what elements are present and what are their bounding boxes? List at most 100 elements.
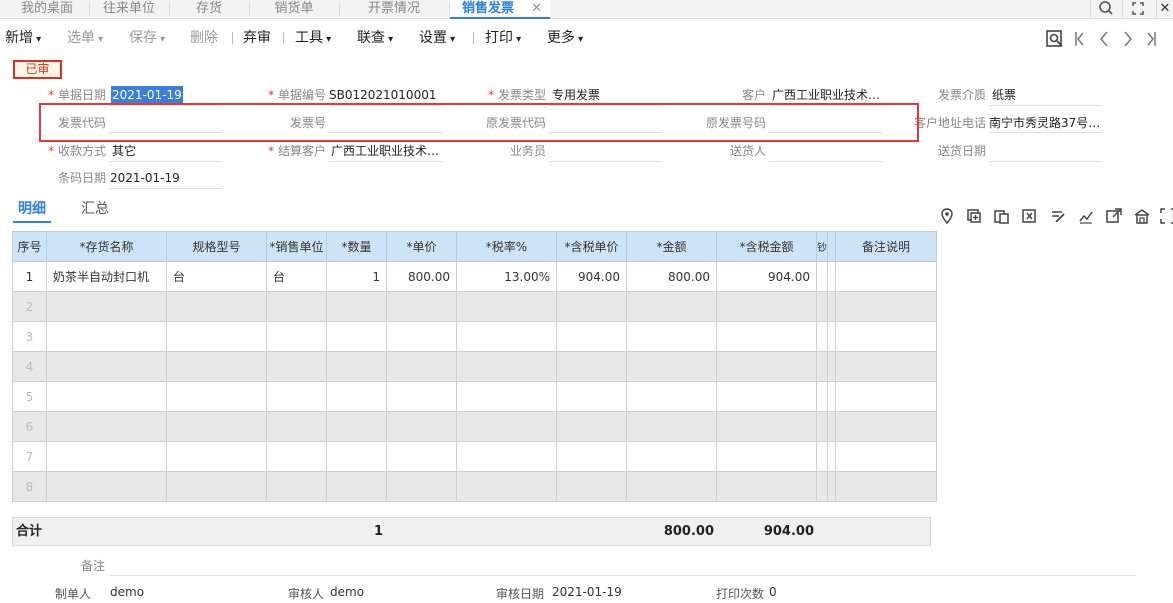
col-header[interactable]: *含税金额 — [716, 231, 817, 262]
table-row[interactable]: 6 — [12, 411, 937, 442]
warehouse-icon[interactable] — [1134, 208, 1150, 224]
tab-partners[interactable]: 往来单位 — [90, 0, 168, 19]
expand-icon[interactable] — [1160, 208, 1173, 224]
col-header[interactable]: 备注说明 — [835, 231, 937, 262]
lookup-button[interactable]: 联查 ▾ — [357, 27, 393, 49]
deliverer-field[interactable] — [769, 142, 882, 160]
item-name-cell[interactable]: 奶茶半自动封口机 — [46, 261, 167, 292]
tab-detail[interactable]: 明细 — [13, 199, 51, 223]
print-button[interactable]: 打印 ▾ — [485, 27, 521, 49]
spec-cell[interactable]: 台 — [166, 261, 267, 292]
delete-row-icon[interactable] — [1022, 208, 1038, 224]
col-header[interactable]: 序号 — [12, 231, 47, 262]
grid-cell[interactable] — [827, 261, 836, 292]
doc-no-field[interactable]: SB012021010001 — [329, 86, 441, 104]
table-row[interactable]: 5 — [12, 381, 937, 412]
col-header[interactable]: *销售单位 — [266, 231, 327, 262]
settings-button[interactable]: 设置 ▾ — [419, 27, 455, 49]
table-row[interactable]: 3 — [12, 321, 937, 352]
quantity-cell[interactable]: 1 — [326, 261, 387, 292]
search-icon[interactable] — [1090, 0, 1120, 19]
row-number: 3 — [12, 321, 47, 352]
col-header[interactable] — [827, 231, 836, 262]
tab-sales-invoice[interactable]: 销售发票 ✕ — [450, 0, 550, 19]
tab-summary[interactable]: 汇总 — [77, 199, 113, 223]
remark-field[interactable] — [110, 557, 1136, 576]
table-row[interactable]: 7 — [12, 441, 937, 472]
more-button[interactable]: 更多 ▾ — [547, 27, 583, 49]
fullscreen-icon[interactable] — [1122, 0, 1152, 19]
tab-delivery-note[interactable]: 销货单 — [250, 0, 338, 19]
invoice-type-label: * 发票类型 — [488, 88, 546, 102]
barcode-date-field[interactable]: 2021-01-19 — [110, 169, 222, 187]
print-count-label: 打印次数 — [716, 587, 765, 601]
location-icon[interactable] — [939, 208, 955, 225]
salesman-field[interactable] — [549, 142, 662, 160]
tools-button[interactable]: 工具 ▾ — [295, 27, 331, 49]
lookup-label: 联查 — [357, 30, 385, 46]
row-number: 2 — [12, 291, 47, 322]
settle-customer-label: * 结算客户 — [268, 144, 326, 158]
new-label: 新增 — [5, 30, 33, 46]
barcode-date-label: 条码日期 — [57, 171, 106, 185]
tax-amount-cell[interactable]: 904.00 — [716, 261, 817, 292]
table-row[interactable]: 1 奶茶半自动封口机 台 台 1 800.00 13.00% 904.00 80… — [12, 261, 937, 292]
grid-cell[interactable] — [816, 261, 828, 292]
abandon-audit-button[interactable]: 弃审 — [243, 27, 271, 49]
col-header[interactable]: 规格型号 — [166, 231, 267, 262]
preview-icon[interactable] — [1045, 29, 1065, 49]
unit-price-cell[interactable]: 800.00 — [386, 261, 457, 292]
settle-customer-label-text: 结算客户 — [277, 144, 326, 158]
invoice-type-field[interactable]: 专用发票 — [552, 86, 662, 104]
customer-address-field[interactable]: 南宁市秀灵路37号… — [989, 114, 1103, 132]
settle-customer-field[interactable]: 广西工业职业技术… — [331, 142, 443, 160]
chevron-down-icon: ▾ — [157, 34, 166, 45]
insert-row-icon[interactable] — [966, 208, 982, 224]
copy-row-icon[interactable] — [994, 208, 1010, 224]
new-button[interactable]: 新增 ▾ — [5, 27, 41, 49]
tab-close-icon[interactable]: ✕ — [531, 0, 542, 17]
first-icon[interactable] — [1072, 29, 1088, 49]
next-icon[interactable] — [1120, 29, 1136, 49]
col-header[interactable]: *含税单价 — [556, 231, 627, 262]
delete-button[interactable]: 删除 — [190, 27, 218, 49]
tools-label: 工具 — [295, 30, 323, 46]
medium-field[interactable]: 纸票 — [992, 86, 1102, 104]
col-header[interactable]: *单价 — [386, 231, 457, 262]
chevron-down-icon: ▾ — [33, 34, 42, 45]
tab-sales-invoice-label: 销售发票 — [462, 1, 515, 16]
trend-icon[interactable] — [1078, 208, 1094, 224]
last-icon[interactable] — [1143, 29, 1159, 49]
more-label: 更多 — [547, 30, 575, 46]
col-header[interactable]: *税率% — [456, 231, 557, 262]
amount-cell[interactable]: 800.00 — [626, 261, 717, 292]
tab-inventory[interactable]: 存货 — [170, 0, 248, 19]
col-header[interactable]: 钞 — [816, 231, 828, 262]
chevron-down-icon: ▾ — [513, 34, 522, 45]
col-header[interactable]: *金额 — [626, 231, 717, 262]
table-row[interactable]: 8 — [12, 471, 937, 502]
grid-header-row: 序号 *存货名称 规格型号 *销售单位 *数量 *单价 *税率% *含税单价 *… — [12, 231, 937, 262]
select-button[interactable]: 选单 ▾ — [67, 27, 103, 49]
close-icon[interactable]: ✕ — [1156, 0, 1173, 19]
export-icon[interactable] — [1106, 208, 1122, 224]
delivery-date-field[interactable] — [989, 142, 1102, 160]
table-row[interactable]: 4 — [12, 351, 937, 382]
col-header[interactable]: *存货名称 — [46, 231, 167, 262]
tax-price-cell[interactable]: 904.00 — [556, 261, 627, 292]
batch-edit-icon[interactable] — [1050, 208, 1066, 224]
tab-invoicing-status[interactable]: 开票情况 — [340, 0, 448, 19]
detail-grid: 序号 *存货名称 规格型号 *销售单位 *数量 *单价 *税率% *含税单价 *… — [12, 231, 937, 502]
unit-cell[interactable]: 台 — [266, 261, 327, 292]
table-row[interactable]: 2 — [12, 291, 937, 322]
save-button[interactable]: 保存 ▾ — [129, 27, 165, 49]
tax-rate-cell[interactable]: 13.00% — [456, 261, 557, 292]
col-header[interactable]: *数量 — [326, 231, 387, 262]
prev-icon[interactable] — [1096, 29, 1112, 49]
doc-date-field[interactable]: 2021-01-19 — [111, 86, 183, 104]
remark-cell[interactable] — [835, 261, 937, 292]
tab-desktop[interactable]: 我的桌面 — [6, 0, 88, 19]
row-number: 1 — [12, 261, 47, 292]
customer-field[interactable]: 广西工业职业技术… — [772, 86, 884, 104]
payment-field[interactable]: 其它 — [112, 142, 222, 160]
